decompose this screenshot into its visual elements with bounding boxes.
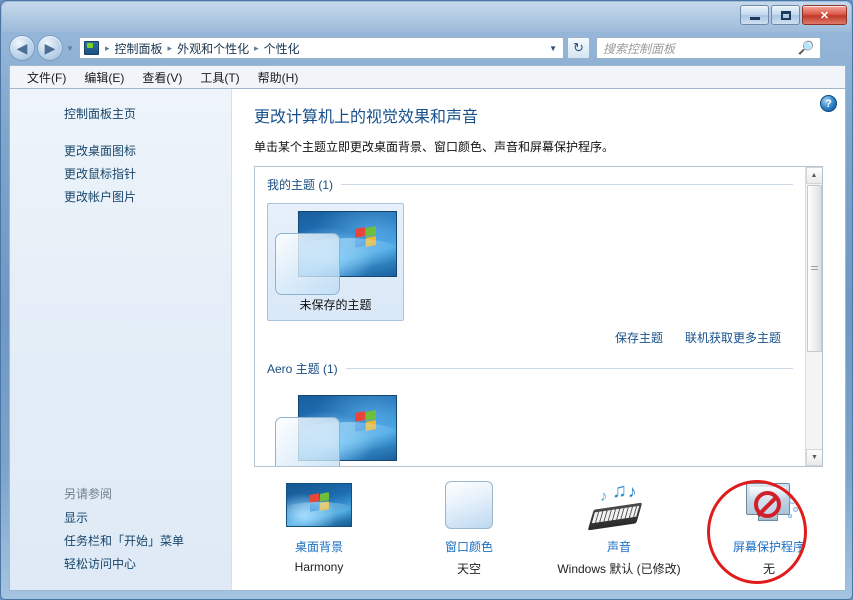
breadcrumb-appearance[interactable]: 外观和个性化 — [175, 40, 251, 57]
personalization-item-window-color[interactable]: 窗口颜色 天空 — [394, 474, 544, 577]
theme-tile-unsaved[interactable]: 未保存的主题 — [267, 203, 404, 321]
get-more-themes-online-link[interactable]: 联机获取更多主题 — [685, 329, 781, 346]
minimize-icon — [749, 17, 760, 20]
theme-group-title: 我的主题 (1) — [267, 178, 334, 192]
chevron-down-icon: ▼ — [66, 43, 74, 53]
personalization-item-desktop-background[interactable]: 桌面背景 Harmony — [244, 474, 394, 574]
theme-window-preview-aero — [275, 417, 340, 466]
sidebar-item-control-panel-home[interactable]: 控制面板主页 — [10, 103, 231, 126]
theme-scroll-area: 我的主题 (1) 未保存的主题 保存主题 联机获取更多主题 Aero 主题 (1… — [255, 167, 805, 466]
control-panel-icon — [84, 41, 99, 55]
control-panel-window: ✕ ◀ ▶ ▼ ▸ 控制面板 ▸ 外观和个性化 ▸ 个性化 ▼ ↻ 搜索控制面板… — [0, 0, 853, 600]
breadcrumb-separator-1: ▸ — [167, 42, 173, 53]
scrollbar-thumb[interactable] — [807, 185, 822, 352]
theme-tile-aero[interactable] — [267, 387, 404, 466]
maximize-button[interactable] — [771, 5, 800, 25]
sidebar-item-change-desktop-icons[interactable]: 更改桌面图标 — [10, 140, 231, 163]
refresh-icon: ↻ — [573, 40, 584, 55]
sidebar-task-group: 更改桌面图标 更改鼠标指针 更改帐户图片 — [10, 140, 231, 209]
breadcrumb-personalization[interactable]: 个性化 — [262, 40, 302, 57]
sidebar-home-group: 控制面板主页 — [10, 103, 231, 126]
personalization-item-screen-saver[interactable]: 屏幕保护程序 无 — [694, 474, 844, 577]
see-also-section: 另请参阅 显示 任务栏和「开始」菜单 轻松访问中心 — [10, 482, 231, 590]
help-icon[interactable]: ? — [820, 95, 837, 112]
back-button[interactable]: ◀ — [9, 35, 35, 61]
sidebar: 控制面板主页 更改桌面图标 更改鼠标指针 更改帐户图片 另请参阅 显示 任务栏和… — [10, 89, 232, 590]
theme-list-box: 我的主题 (1) 未保存的主题 保存主题 联机获取更多主题 Aero 主题 (1… — [254, 166, 823, 467]
theme-list-scrollbar[interactable]: ▲ ▼ — [805, 167, 822, 466]
forward-arrow-icon: ▶ — [44, 39, 56, 56]
save-theme-link[interactable]: 保存主题 — [615, 329, 663, 346]
page-title: 更改计算机上的视觉效果和声音 — [254, 109, 479, 126]
window-controls: ✕ — [738, 5, 847, 25]
scrollbar-grip-icon — [811, 265, 818, 272]
theme-thumbnail-aero — [275, 395, 397, 466]
see-also-header: 另请参阅 — [64, 487, 113, 501]
item-value: Harmony — [294, 560, 344, 574]
theme-window-preview — [275, 233, 340, 295]
maximize-icon — [780, 10, 791, 20]
menu-file[interactable]: 文件(F) — [18, 67, 75, 88]
back-arrow-icon: ◀ — [16, 39, 28, 56]
item-value: Windows 默认 (已修改) — [557, 562, 681, 576]
group-divider — [341, 184, 793, 185]
item-value: 无 — [762, 562, 775, 576]
theme-group-header-aero: Aero 主题 (1) — [267, 360, 793, 377]
client-area: 控制面板主页 更改桌面图标 更改鼠标指针 更改帐户图片 另请参阅 显示 任务栏和… — [9, 88, 846, 591]
breadcrumb-separator-0: ▸ — [105, 42, 110, 53]
search-input[interactable]: 搜索控制面板 — [603, 40, 798, 57]
item-name[interactable]: 声音 — [544, 538, 694, 555]
screensaver-icon — [694, 474, 844, 536]
address-bar[interactable]: ▸ 控制面板 ▸ 外观和个性化 ▸ 个性化 ▼ — [79, 37, 564, 59]
item-name[interactable]: 窗口颜色 — [394, 538, 544, 555]
sidebar-item-change-account-picture[interactable]: 更改帐户图片 — [10, 186, 231, 209]
personalization-item-sounds[interactable]: ♪ ♫ ♪ 声音 Windows 默认 (已修改) — [544, 474, 694, 577]
theme-group-header-my-themes: 我的主题 (1) — [267, 176, 793, 193]
close-button[interactable]: ✕ — [802, 5, 847, 25]
menu-view[interactable]: 查看(V) — [133, 67, 191, 88]
desktop-background-icon — [244, 474, 394, 536]
recent-pages-button[interactable]: ▼ — [63, 44, 77, 53]
scroll-up-arrow-icon[interactable]: ▲ — [805, 167, 822, 184]
sound-icon: ♪ ♫ ♪ — [544, 474, 694, 536]
theme-actions: 保存主题 联机获取更多主题 — [255, 329, 781, 346]
window-color-icon — [394, 474, 544, 536]
refresh-button[interactable]: ↻ — [567, 37, 590, 59]
see-also-item-display[interactable]: 显示 — [10, 507, 231, 530]
item-name[interactable]: 屏幕保护程序 — [694, 538, 844, 555]
main-pane: ? 更改计算机上的视觉效果和声音 单击某个主题立即更改桌面背景、窗口颜色、声音和… — [232, 89, 845, 590]
theme-label: 未保存的主题 — [299, 298, 372, 312]
see-also-item-ease-of-access[interactable]: 轻松访问中心 — [10, 553, 231, 576]
theme-group-title-aero: Aero 主题 (1) — [267, 362, 338, 376]
address-toolbar: ◀ ▶ ▼ ▸ 控制面板 ▸ 外观和个性化 ▸ 个性化 ▼ ↻ 搜索控制面板 🔍 — [1, 31, 853, 65]
item-value: 天空 — [456, 562, 481, 576]
sidebar-item-change-mouse-pointers[interactable]: 更改鼠标指针 — [10, 163, 231, 186]
menu-tools[interactable]: 工具(T) — [191, 67, 248, 88]
close-icon: ✕ — [819, 9, 830, 22]
theme-thumbnail — [275, 211, 397, 295]
no-screensaver-badge-icon — [754, 491, 781, 518]
minimize-button[interactable] — [740, 5, 769, 25]
title-bar: ✕ — [1, 1, 853, 31]
breadcrumb-separator-2: ▸ — [254, 42, 259, 53]
item-name[interactable]: 桌面背景 — [244, 538, 394, 555]
page-subtitle: 单击某个主题立即更改桌面背景、窗口颜色、声音和屏幕保护程序。 — [254, 140, 615, 154]
search-icon: 🔍 — [797, 40, 814, 55]
forward-button[interactable]: ▶ — [37, 35, 63, 61]
search-box[interactable]: 搜索控制面板 🔍 — [596, 37, 821, 59]
windows-logo-icon — [355, 226, 379, 249]
menu-bar: 文件(F) 编辑(E) 查看(V) 工具(T) 帮助(H) — [9, 65, 846, 88]
group-divider-aero — [345, 368, 793, 369]
windows-logo-icon-aero — [355, 410, 379, 433]
menu-edit[interactable]: 编辑(E) — [75, 67, 133, 88]
address-dropdown-icon[interactable]: ▼ — [549, 44, 561, 53]
see-also-item-taskbar-start-menu[interactable]: 任务栏和「开始」菜单 — [10, 530, 231, 553]
personalization-items-strip: 桌面背景 Harmony 窗口颜色 天空 ♪ ♫ ♪ 声音 Windows 默认… — [232, 462, 845, 590]
menu-help[interactable]: 帮助(H) — [249, 67, 308, 88]
breadcrumb-control-panel[interactable]: 控制面板 — [113, 40, 165, 57]
